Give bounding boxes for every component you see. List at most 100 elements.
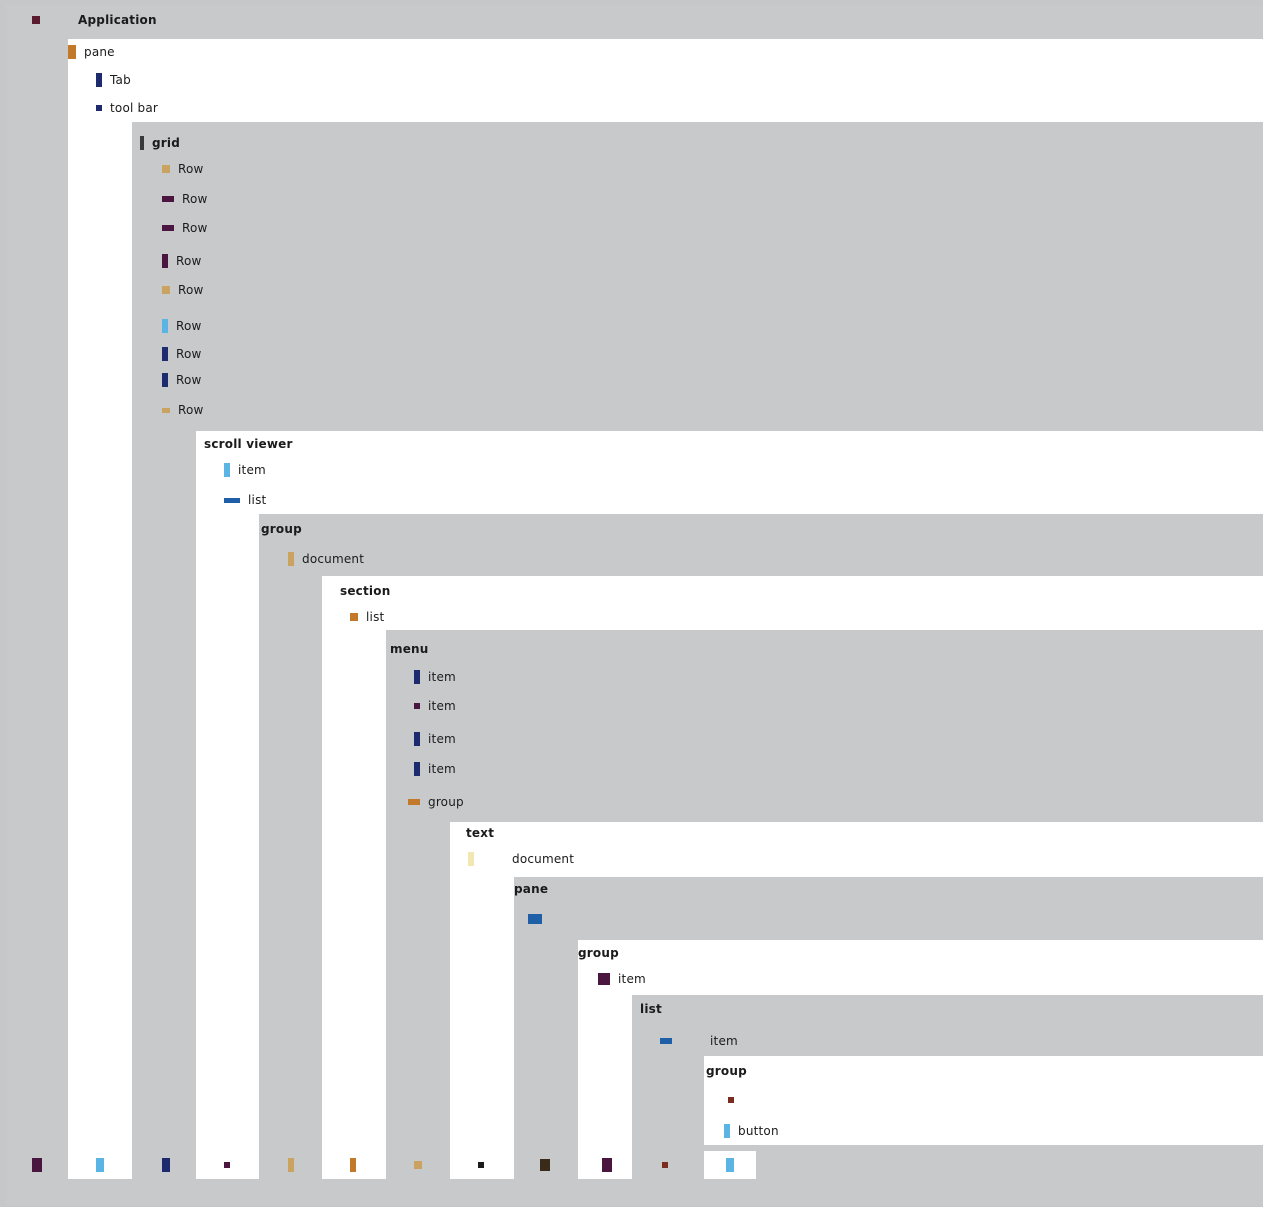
level9-item[interactable]: item	[598, 968, 646, 990]
grid-row-7[interactable]: Row	[162, 343, 202, 365]
level11-item-label: button	[738, 1124, 779, 1138]
grid-row-5[interactable]: Row	[162, 279, 204, 301]
level5-label: section	[340, 584, 391, 598]
bottom-marker-6	[414, 1154, 422, 1176]
item-icon	[660, 1038, 672, 1044]
row-icon	[162, 319, 168, 333]
item-icon	[598, 973, 610, 985]
level1-item-label: tool bar	[110, 101, 159, 115]
grid-row-4[interactable]: Row	[162, 250, 202, 272]
level10-header[interactable]: list	[640, 998, 662, 1020]
grid-icon	[140, 136, 144, 150]
marker-icon	[350, 1158, 356, 1172]
level10-item[interactable]: item	[660, 1030, 738, 1052]
marker-icon	[540, 1159, 550, 1171]
level6-item-2[interactable]: item	[414, 695, 456, 717]
bottom-marker-4	[288, 1154, 294, 1176]
row-icon	[162, 347, 168, 361]
row-icon	[162, 286, 170, 294]
row-icon	[162, 254, 168, 268]
document-icon	[468, 852, 474, 866]
level6-item-label: item	[428, 732, 456, 746]
grid-row-label: Row	[178, 162, 204, 176]
level3-item-label: item	[238, 463, 266, 477]
marker-icon	[96, 1158, 104, 1172]
level11-label: group	[706, 1064, 747, 1078]
level6-item-3[interactable]: item	[414, 728, 456, 750]
level8-header[interactable]: pane	[514, 878, 548, 900]
level9-item-label: item	[618, 972, 646, 986]
level3-item-label: list	[248, 493, 267, 507]
grid-row-2[interactable]: Row	[162, 188, 208, 210]
level3-label: scroll viewer	[204, 437, 293, 451]
root-label: Application	[78, 13, 157, 27]
level11-header[interactable]: group	[706, 1060, 747, 1082]
level5-header[interactable]: section	[340, 580, 390, 602]
document-icon	[288, 552, 294, 566]
level11-empty-item[interactable]	[728, 1089, 742, 1111]
grid-row-9[interactable]: Row	[162, 399, 204, 421]
level11-item[interactable]: button	[724, 1120, 779, 1142]
level6-item-4[interactable]: item	[414, 758, 456, 780]
marker-icon	[662, 1162, 668, 1168]
marker-icon	[224, 1162, 230, 1168]
grid-row-label: Row	[176, 347, 202, 361]
level1-header[interactable]: pane	[68, 41, 115, 63]
bottom-marker-5	[350, 1154, 356, 1176]
grid-row-label: Row	[176, 319, 202, 333]
grid-row-label: Row	[182, 192, 208, 206]
bottom-marker-10	[662, 1154, 668, 1176]
level9-header[interactable]: group	[578, 942, 619, 964]
tree-root[interactable]: Application	[32, 9, 157, 31]
marker-icon	[726, 1158, 734, 1172]
level3-header[interactable]: scroll viewer	[204, 433, 293, 455]
grid-row-6[interactable]: Row	[162, 315, 202, 337]
marker-icon	[32, 1158, 42, 1172]
level1-item-toolbar[interactable]: tool bar	[96, 97, 158, 119]
grid-row-1[interactable]: Row	[162, 158, 204, 180]
level3-item-1[interactable]: item	[224, 459, 266, 481]
tab-icon	[96, 73, 102, 87]
level6-item-label: group	[428, 795, 464, 809]
marker-icon	[288, 1158, 294, 1172]
level6-item-1[interactable]: item	[414, 666, 456, 688]
level4-item-label: document	[302, 552, 365, 566]
bottom-marker-0	[32, 1154, 42, 1176]
row-icon	[162, 196, 174, 202]
marker-icon	[414, 1161, 422, 1169]
level6-label: menu	[390, 642, 429, 656]
level6-item-label: item	[428, 670, 456, 684]
level6-item-5[interactable]: group	[408, 791, 464, 813]
level2-header[interactable]: grid	[140, 132, 180, 154]
grid-row-8[interactable]: Row	[162, 369, 202, 391]
level9-label: group	[578, 946, 619, 960]
menu-item-icon	[414, 670, 420, 684]
row-icon	[162, 165, 170, 173]
grid-row-label: Row	[176, 254, 202, 268]
list-icon	[224, 497, 240, 503]
level1-item-tab[interactable]: Tab	[96, 69, 131, 91]
level4-header[interactable]: group	[261, 518, 302, 540]
menu-item-icon	[414, 762, 420, 776]
level7-label: text	[466, 826, 495, 840]
level4-item[interactable]: document	[288, 548, 364, 570]
level5-item[interactable]: list	[350, 606, 384, 628]
level8-icon-row[interactable]	[528, 908, 550, 930]
item-icon	[224, 463, 230, 477]
level6-item-label: item	[428, 699, 456, 713]
bottom-marker-2	[162, 1154, 170, 1176]
toolbar-icon	[96, 105, 102, 111]
level6-header[interactable]: menu	[390, 638, 429, 660]
level7-item[interactable]: document	[468, 848, 574, 870]
level7-header[interactable]: text	[466, 822, 494, 844]
menu-item-icon	[414, 703, 420, 709]
level3-item-2[interactable]: list	[224, 489, 266, 511]
level8-label: pane	[514, 882, 549, 896]
menu-item-icon	[414, 732, 420, 746]
level10-label: list	[640, 1002, 662, 1016]
application-icon	[32, 16, 40, 24]
item-icon	[728, 1097, 734, 1103]
bottom-marker-3	[224, 1154, 230, 1176]
grid-row-3[interactable]: Row	[162, 217, 208, 239]
row-icon	[162, 225, 174, 231]
